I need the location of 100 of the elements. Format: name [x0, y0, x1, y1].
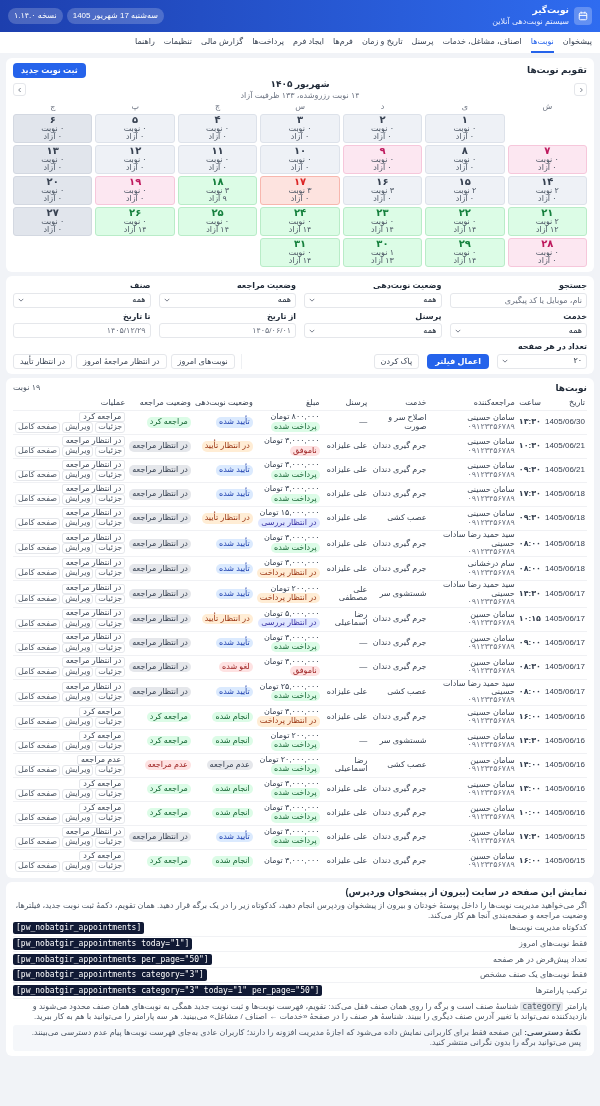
action-button[interactable]: صفحه کامل — [15, 543, 61, 555]
action-button[interactable]: ویرایش — [62, 716, 94, 728]
action-button[interactable]: ویرایش — [62, 788, 94, 800]
calendar-day[interactable]: ۲۲ ۰ نوبت ۱۴ آزاد — [425, 207, 505, 236]
visit-status-select[interactable]: در انتظار مراجعه — [61, 632, 126, 643]
visit-status-select[interactable]: عدم مراجعه — [77, 754, 126, 765]
nav-tab[interactable]: پرسنل — [411, 32, 434, 53]
action-button[interactable]: جزئیات — [95, 593, 126, 605]
calendar-day[interactable]: ۱۷ ۳ نوبت ۰ آزاد — [260, 176, 340, 205]
quick-filter-button[interactable]: نوبت‌های امروز — [170, 353, 235, 369]
action-button[interactable]: صفحه کامل — [15, 642, 61, 654]
action-button[interactable]: ویرایش — [62, 642, 94, 654]
new-appointment-button[interactable]: ثبت نوبت جدید — [13, 63, 86, 78]
action-button[interactable]: صفحه کامل — [15, 518, 61, 530]
action-button[interactable]: جزئیات — [95, 812, 126, 824]
quick-filter-button[interactable]: در انتظار تأیید — [13, 353, 73, 369]
filter-input[interactable]: ۱۴۰۵/۱۲/۲۹ — [13, 323, 151, 339]
filter-select[interactable]: همه — [449, 323, 587, 339]
action-button[interactable]: جزئیات — [95, 446, 126, 458]
calendar-day[interactable]: ۱۲ ۰ نوبت ۰ آزاد — [95, 145, 175, 174]
clear-button[interactable]: پاک کردن — [373, 353, 420, 369]
action-button[interactable]: جزئیات — [95, 518, 126, 530]
visit-status-select[interactable]: در انتظار مراجعه — [61, 656, 126, 667]
action-button[interactable]: جزئیات — [95, 568, 126, 580]
visit-status-select[interactable]: مراجعه کرد — [79, 802, 126, 813]
nav-tab[interactable]: ایجاد فرم — [293, 32, 325, 53]
action-button[interactable]: صفحه کامل — [15, 716, 61, 728]
nav-tab[interactable]: فرم‌ها — [333, 32, 353, 53]
action-button[interactable]: جزئیات — [95, 422, 126, 434]
action-button[interactable]: صفحه کامل — [15, 568, 61, 580]
visit-status-select[interactable]: در انتظار مراجعه — [61, 583, 126, 594]
calendar-day[interactable]: ۲۳ ۰ نوبت ۱۴ آزاد — [342, 207, 423, 236]
action-button[interactable]: جزئیات — [95, 691, 126, 703]
action-button[interactable]: ویرایش — [62, 518, 94, 530]
action-button[interactable]: ویرایش — [62, 666, 94, 678]
action-button[interactable]: صفحه کامل — [15, 593, 61, 605]
action-button[interactable]: صفحه کامل — [15, 740, 61, 752]
calendar-day[interactable]: ۲۴ ۰ نوبت ۱۴ آزاد — [260, 207, 340, 236]
calendar-day[interactable]: ۱۶ ۳ نوبت ۰ آزاد — [342, 176, 423, 205]
filter-input[interactable]: نام، موبایل یا کد پیگیری — [449, 292, 587, 308]
action-button[interactable]: صفحه کامل — [15, 812, 61, 824]
action-button[interactable]: ویرایش — [62, 618, 94, 630]
nav-tab[interactable]: پرداخت‌ها — [252, 32, 285, 53]
action-button[interactable]: جزئیات — [95, 618, 126, 630]
nav-tab[interactable]: تنظیمات — [163, 32, 192, 53]
action-button[interactable]: صفحه کامل — [15, 470, 61, 482]
filter-input[interactable]: ۱۴۰۵/۰۶/۰۱ — [158, 323, 296, 339]
visit-status-select[interactable]: در انتظار مراجعه — [61, 681, 126, 692]
action-button[interactable]: جزئیات — [95, 642, 126, 654]
calendar-day[interactable]: ۲۷ ۰ نوبت ۰ آزاد — [13, 207, 93, 236]
calendar-day[interactable]: ۲۹ ۰ نوبت ۱۴ آزاد — [425, 238, 505, 267]
apply-filter-button[interactable]: اعمال فیلتر — [427, 353, 489, 369]
calendar-day[interactable]: ۲۰ ۰ نوبت ۰ آزاد — [13, 176, 93, 205]
next-month-button[interactable] — [574, 83, 587, 97]
action-button[interactable]: صفحه کامل — [15, 666, 61, 678]
previous-month-button[interactable] — [13, 83, 26, 97]
action-button[interactable]: جزئیات — [95, 861, 126, 872]
action-button[interactable]: جزئیات — [95, 666, 126, 678]
action-button[interactable]: ویرایش — [62, 470, 94, 482]
nav-tab[interactable]: تاریخ و زمان — [361, 32, 403, 53]
quick-filter-button[interactable]: در انتظار مراجعهٔ امروز — [76, 353, 167, 369]
action-button[interactable]: جزئیات — [95, 764, 126, 776]
action-button[interactable]: صفحه کامل — [15, 691, 61, 703]
action-button[interactable]: صفحه کامل — [15, 764, 61, 776]
calendar-day[interactable]: ۱۵ ۲ نوبت ۰ آزاد — [425, 176, 505, 205]
filter-select[interactable]: همه — [304, 323, 442, 339]
visit-status-select[interactable]: مراجعه کرد — [79, 730, 126, 741]
action-button[interactable]: صفحه کامل — [15, 494, 61, 506]
action-button[interactable]: ویرایش — [62, 494, 94, 506]
calendar-day[interactable]: ۷ ۰ نوبت ۰ آزاد — [507, 145, 587, 174]
calendar-day[interactable]: ۲۵ ۰ نوبت ۱۴ آزاد — [177, 207, 258, 236]
calendar-day[interactable]: ۱۰ ۰ نوبت ۰ آزاد — [260, 145, 340, 174]
action-button[interactable]: جزئیات — [95, 716, 126, 728]
calendar-day[interactable]: ۱۳ ۰ نوبت ۰ آزاد — [13, 145, 93, 174]
calendar-day[interactable]: ۳۱ ۰ نوبت ۱۴ آزاد — [260, 238, 340, 267]
calendar-day[interactable]: ۶ ۰ نوبت ۰ آزاد — [13, 114, 93, 143]
filter-select[interactable]: همه — [304, 292, 442, 308]
action-button[interactable]: ویرایش — [62, 764, 94, 776]
nav-tab[interactable]: پیشخوان — [562, 32, 592, 53]
action-button[interactable]: صفحه کامل — [15, 422, 61, 434]
action-button[interactable]: صفحه کامل — [15, 861, 61, 872]
action-button[interactable]: ویرایش — [62, 740, 94, 752]
nav-tab[interactable]: اصناف، مشاغل، خدمات — [442, 32, 522, 53]
filter-select[interactable]: همه — [158, 292, 296, 308]
action-button[interactable]: ویرایش — [62, 422, 94, 434]
calendar-day[interactable]: ۱۸ ۳ نوبت ۹ آزاد — [177, 176, 258, 205]
calendar-day[interactable]: ۲ ۰ نوبت ۰ آزاد — [342, 114, 423, 143]
action-button[interactable]: جزئیات — [95, 788, 126, 800]
action-button[interactable]: ویرایش — [62, 691, 94, 703]
visit-status-select[interactable]: در انتظار مراجعه — [61, 608, 126, 619]
action-button[interactable]: ویرایش — [62, 593, 94, 605]
action-button[interactable]: ویرایش — [62, 861, 94, 872]
calendar-day[interactable]: ۱۱ ۰ نوبت ۰ آزاد — [177, 145, 258, 174]
calendar-day[interactable]: ۱۴ ۲ نوبت ۰ آزاد — [507, 176, 587, 205]
calendar-day[interactable]: ۲۸ ۰ نوبت ۰ آزاد — [507, 238, 587, 267]
action-button[interactable]: صفحه کامل — [15, 836, 61, 848]
calendar-day[interactable]: ۱ ۰ نوبت ۰ آزاد — [425, 114, 505, 143]
calendar-day[interactable]: ۲۶ ۰ نوبت ۱۴ آزاد — [95, 207, 175, 236]
action-button[interactable]: جزئیات — [95, 470, 126, 482]
calendar-day[interactable]: ۵ ۰ نوبت ۰ آزاد — [95, 114, 175, 143]
